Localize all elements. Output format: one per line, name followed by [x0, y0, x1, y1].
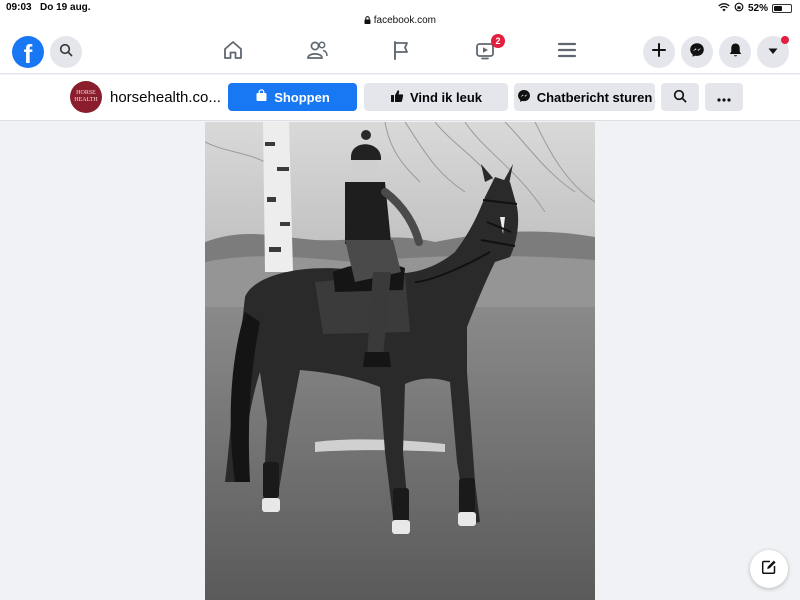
more-options-button[interactable] [705, 83, 743, 111]
tab-friends[interactable] [303, 38, 331, 66]
like-button-label: Vind ik leuk [409, 89, 482, 105]
send-message-button[interactable]: Chatbericht sturen [514, 83, 655, 111]
account-button[interactable] [757, 36, 789, 68]
home-icon [222, 39, 244, 66]
top-navigation: f 2 [0, 30, 800, 74]
page-header: HORSE HEALTH horsehealth.co... Shoppen V… [0, 75, 800, 121]
notifications-button[interactable] [719, 36, 751, 68]
plus-icon [652, 42, 666, 62]
account-caret-icon [767, 43, 779, 61]
like-page-button[interactable]: Vind ik leuk [364, 83, 508, 111]
thumbs-up-icon [390, 89, 404, 106]
message-button-label: Chatbericht sturen [536, 89, 653, 105]
search-icon [59, 43, 73, 62]
url-text: facebook.com [373, 15, 437, 26]
facebook-logo[interactable]: f [12, 36, 44, 69]
messenger-icon [689, 42, 705, 63]
url-bar[interactable]: facebook.com [0, 15, 800, 26]
status-right: 52% [718, 2, 792, 15]
page-avatar-logo: HORSE HEALTH [74, 90, 98, 103]
search-button[interactable] [50, 36, 82, 68]
tab-home[interactable] [219, 38, 247, 66]
notifications-bell-icon [728, 42, 743, 63]
account-notification-dot [781, 36, 789, 44]
search-icon [673, 89, 687, 106]
new-message-button[interactable] [750, 550, 788, 588]
page-search-button[interactable] [661, 83, 699, 111]
shop-button-label: Shoppen [274, 89, 330, 105]
orientation-lock-icon [734, 2, 744, 15]
pages-flag-icon [390, 39, 412, 66]
watch-badge: 2 [491, 34, 505, 48]
menu-icon [557, 40, 577, 65]
page-avatar[interactable]: HORSE HEALTH [70, 81, 102, 113]
create-button[interactable] [643, 36, 675, 68]
shopping-bag-icon [255, 89, 268, 105]
post-photo[interactable] [205, 122, 595, 600]
battery-icon [772, 4, 792, 13]
tab-watch[interactable]: 2 [471, 34, 505, 66]
tab-menu[interactable] [553, 38, 581, 66]
rider-on-horse-image [205, 122, 595, 600]
shop-button[interactable]: Shoppen [228, 83, 357, 111]
lock-icon [364, 15, 374, 26]
friends-icon [305, 39, 329, 66]
page-name[interactable]: horsehealth.co... [110, 89, 221, 106]
compose-edit-icon [761, 559, 777, 580]
wifi-icon [718, 2, 730, 15]
status-date: Do 19 aug. [40, 2, 91, 13]
messenger-button[interactable] [681, 36, 713, 68]
tab-pages[interactable] [387, 38, 415, 66]
status-bar: 09:03 Do 19 aug. facebook.com 52% [0, 0, 800, 30]
status-time: 09:03 [6, 2, 32, 13]
messenger-icon [517, 89, 531, 106]
more-dots-icon [717, 90, 731, 105]
battery-percent: 52% [747, 3, 768, 14]
